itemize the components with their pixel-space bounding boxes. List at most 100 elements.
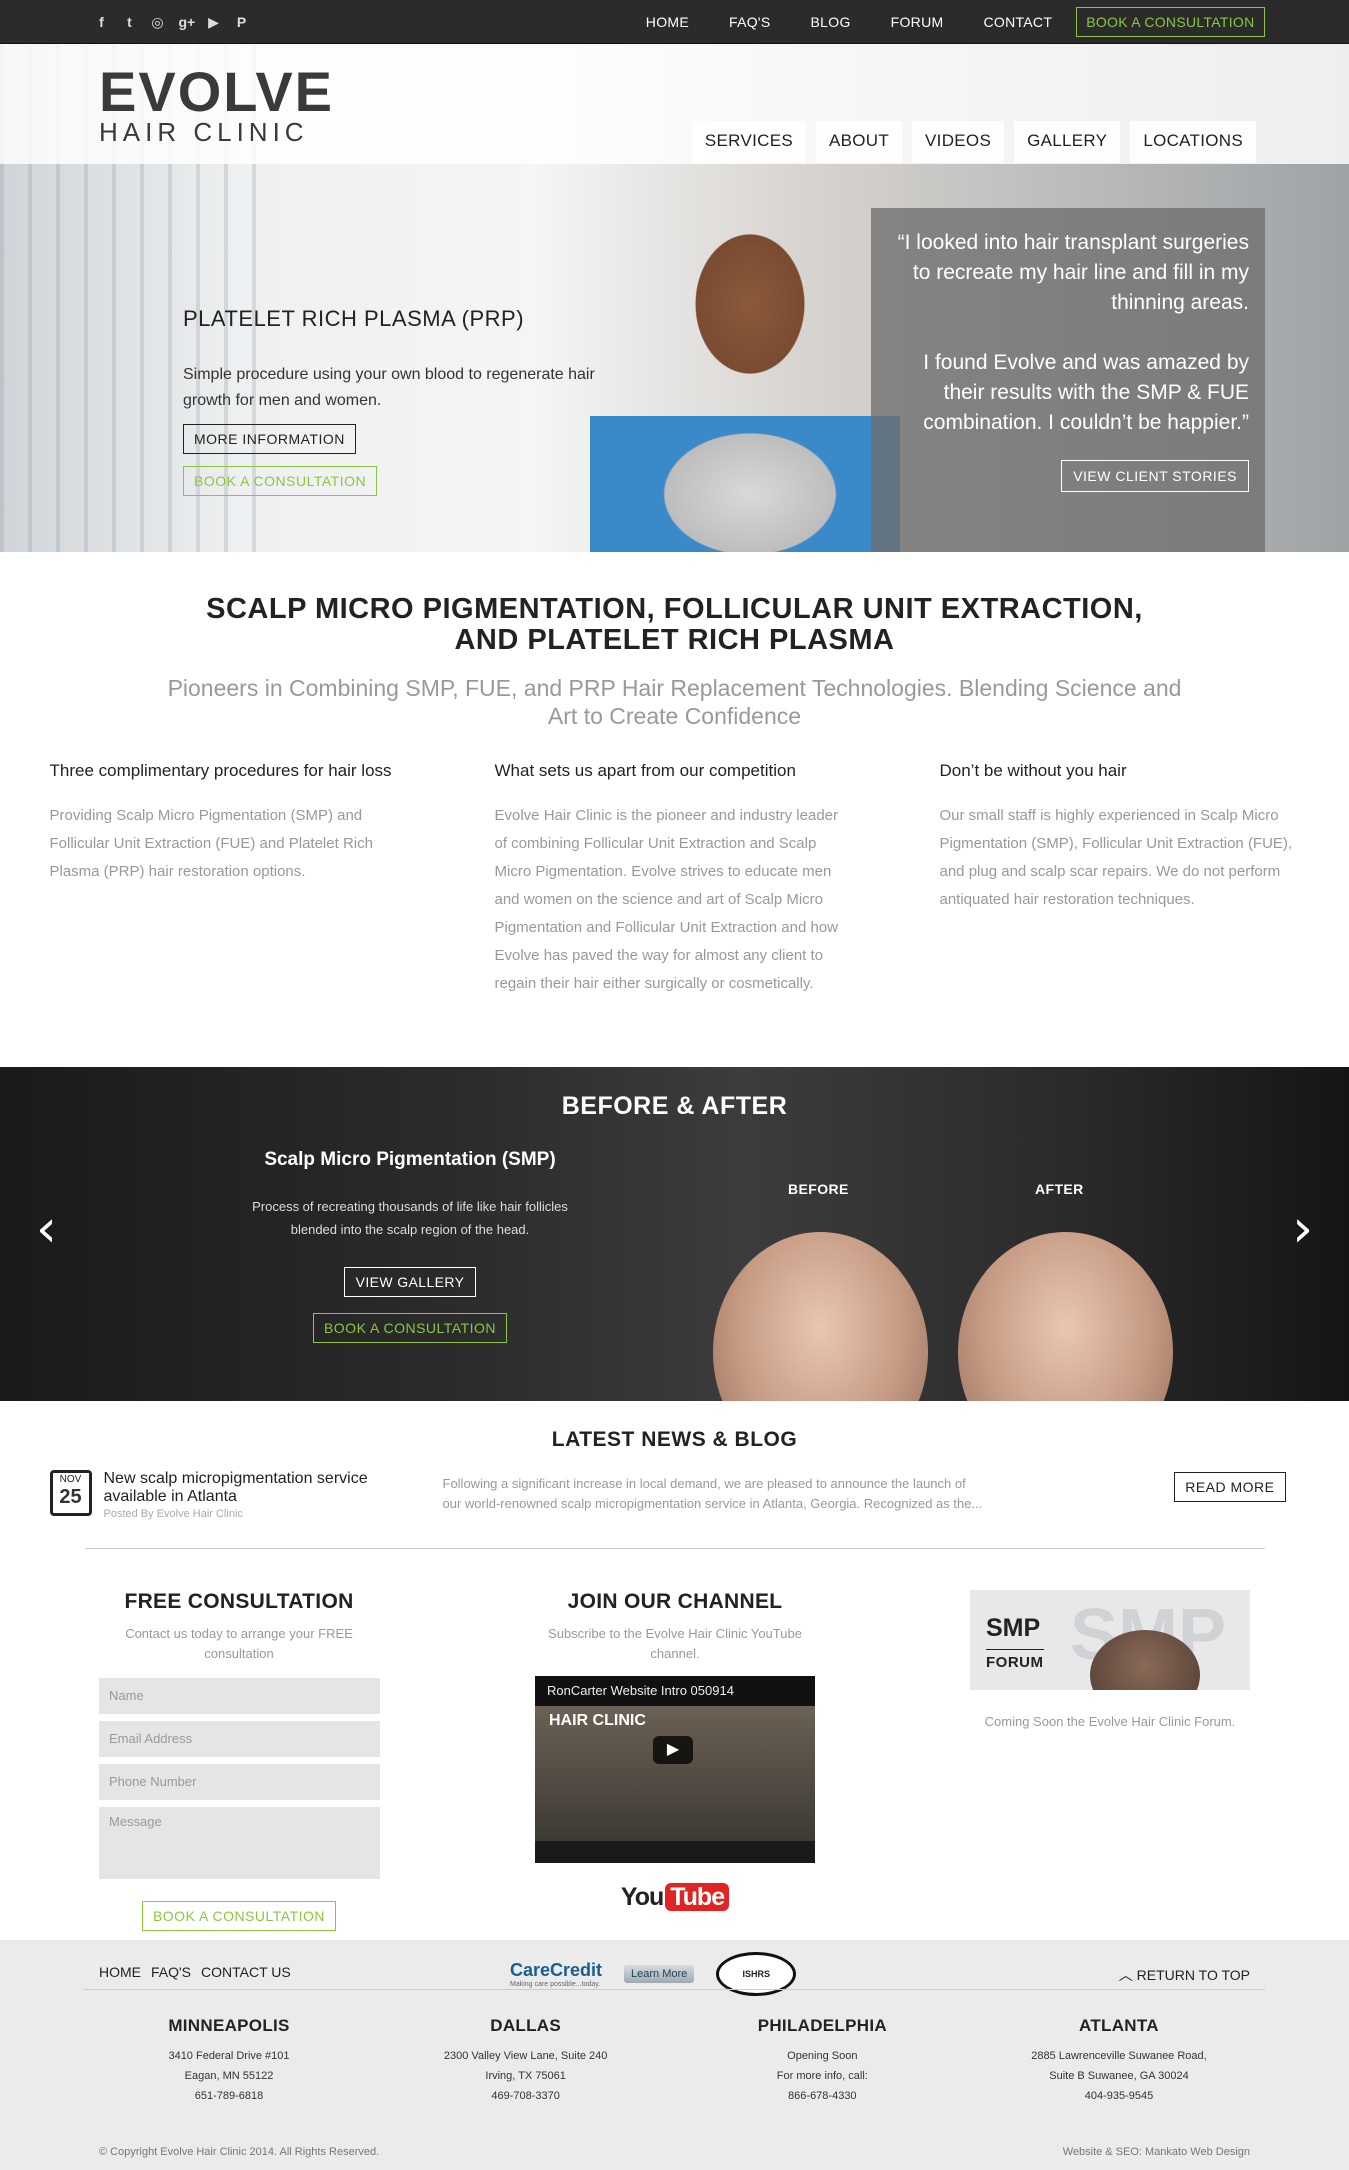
youtube-logo[interactable]: You Tube <box>535 1883 815 1912</box>
before-after-heading: BEFORE & AFTER <box>561 1092 788 1120</box>
topnav-contact[interactable]: CONTACT <box>963 14 1072 30</box>
hero-book-consultation-button[interactable]: BOOK A CONSULTATION <box>183 466 378 496</box>
location-dallas: DALLAS 2300 Valley View Lane, Suite 240 … <box>396 2016 656 2106</box>
intro-column-title: Three complimentary procedures for hair … <box>49 761 392 780</box>
news-title-link[interactable]: New scalp micropigmentation service avai… <box>104 1470 404 1506</box>
carecredit-tagline: Making care possible...today. <box>510 1981 601 1988</box>
return-to-top-link[interactable]: ︿ RETURN TO TOP <box>1119 1965 1250 1985</box>
after-label: AFTER <box>1035 1181 1084 1197</box>
email-field[interactable]: Email Address <box>99 1721 380 1757</box>
site-credit-link[interactable]: Website & SEO: Mankato Web Design <box>1063 2146 1250 2158</box>
pinterest-icon[interactable]: P <box>235 14 249 31</box>
forum-banner-forum: FORUM <box>986 1649 1044 1671</box>
news-excerpt: Following a significant increase in loca… <box>442 1476 983 1511</box>
location-line: Suite B Suwanee, GA 30024 <box>1049 2070 1189 2082</box>
instagram-icon[interactable]: ◎ <box>151 14 165 31</box>
location-phone[interactable]: 651-789-6818 <box>99 2086 359 2106</box>
testimonial-panel: “I looked into hair transplant surgeries… <box>871 208 1265 552</box>
location-phone[interactable]: 469-708-3370 <box>396 2086 656 2106</box>
youtube-channel-widget: JOIN OUR CHANNEL Subscribe to the Evolve… <box>535 1590 815 1912</box>
name-field[interactable]: Name <box>99 1678 380 1714</box>
social-links: f t ◎ g+ ▶ P <box>85 14 249 31</box>
youtube-icon[interactable]: ▶ <box>207 14 221 31</box>
topnav-faqs[interactable]: FAQ'S <box>709 14 791 30</box>
facebook-icon[interactable]: f <box>95 14 109 31</box>
video-thumbnail: HAIR CLINIC <box>535 1706 815 1841</box>
forum-text: Coming Soon the Evolve Hair Clinic Forum… <box>984 1714 1236 1729</box>
submit-consultation-button[interactable]: BOOK A CONSULTATION <box>141 1901 337 1931</box>
video-title: RonCarter Website Intro 050914 <box>535 1676 815 1706</box>
topnav-blog[interactable]: BLOG <box>791 14 871 30</box>
intro-column-title: Don’t be without you hair <box>939 761 1127 780</box>
read-more-button[interactable]: READ MORE <box>1174 1472 1286 1502</box>
slider-next-icon[interactable]: › <box>1292 1199 1313 1259</box>
nav-gallery[interactable]: GALLERY <box>1014 121 1121 163</box>
location-philadelphia: PHILADELPHIA Opening Soon For more info,… <box>692 2016 952 2106</box>
location-name: ATLANTA <box>1079 2016 1159 2035</box>
consultation-text: Contact us today to arrange your FREE co… <box>125 1626 353 1661</box>
footer: HOME FAQ'S CONTACT US CareCredit Making … <box>0 1940 1349 2170</box>
before-after-section: BEFORE & AFTER ‹ › Scalp Micro Pigmentat… <box>0 1067 1349 1401</box>
free-consultation-form: FREE CONSULTATION Contact us today to ar… <box>99 1590 380 1931</box>
video-controls[interactable] <box>535 1841 815 1863</box>
phone-field[interactable]: Phone Number <box>99 1764 380 1800</box>
footer-divider <box>84 1989 1265 1990</box>
hero-section: EVOLVE HAIR CLINIC SERVICES ABOUT VIDEOS… <box>0 44 1349 552</box>
forum-banner-smp: SMP <box>986 1614 1041 1642</box>
news-date-month: NOV <box>52 1473 89 1486</box>
intro-column: Three complimentary procedures for hair … <box>50 760 410 998</box>
nav-services[interactable]: SERVICES <box>691 121 806 163</box>
google-plus-icon[interactable]: g+ <box>179 14 196 31</box>
consultation-heading: FREE CONSULTATION <box>124 1590 354 1613</box>
forum-banner[interactable]: SMP SMP FORUM <box>970 1590 1250 1690</box>
news-heading: LATEST NEWS & BLOG <box>551 1428 798 1451</box>
twitter-icon[interactable]: t <box>123 14 137 31</box>
site-logo[interactable]: EVOLVE HAIR CLINIC <box>99 64 334 147</box>
view-gallery-button[interactable]: VIEW GALLERY <box>343 1267 477 1297</box>
before-photo <box>713 1232 928 1401</box>
video-player[interactable]: RonCarter Website Intro 050914 HAIR CLIN… <box>535 1676 815 1863</box>
intro-subheading: Pioneers in Combining SMP, FUE, and PRP … <box>167 675 1182 729</box>
nav-videos[interactable]: VIDEOS <box>912 121 1005 163</box>
location-line: Eagan, MN 55122 <box>184 2070 274 2082</box>
nav-about[interactable]: ABOUT <box>815 121 903 163</box>
nav-locations[interactable]: LOCATIONS <box>1130 121 1256 163</box>
widgets-section: FREE CONSULTATION Contact us today to ar… <box>0 1590 1349 1940</box>
video-overlay-text: HAIR CLINIC <box>549 1712 646 1729</box>
footer-link-contact[interactable]: CONTACT US <box>201 1964 291 1980</box>
channel-text: Subscribe to the Evolve Hair Clinic YouT… <box>548 1626 802 1661</box>
slide-book-consultation-button[interactable]: BOOK A CONSULTATION <box>312 1313 508 1343</box>
more-information-button[interactable]: MORE INFORMATION <box>183 424 356 454</box>
footer-link-home[interactable]: HOME <box>99 1964 141 1980</box>
topnav-forum[interactable]: FORUM <box>871 14 964 30</box>
youtube-logo-tube: Tube <box>665 1883 730 1911</box>
intro-column: Don’t be without you hair Our small staf… <box>940 760 1300 998</box>
carecredit-logo[interactable]: CareCredit Making care possible...today. <box>510 1960 602 1988</box>
learn-more-button[interactable]: Learn More <box>624 1965 695 1983</box>
intro-column: What sets us apart from our competition … <box>495 760 855 998</box>
play-icon[interactable]: ▶ <box>653 1736 693 1764</box>
footer-link-faqs[interactable]: FAQ'S <box>151 1964 191 1980</box>
view-client-stories-button[interactable]: VIEW CLIENT STORIES <box>1061 460 1249 492</box>
top-bar: f t ◎ g+ ▶ P HOME FAQ'S BLOG FORUM CONTA… <box>0 0 1349 44</box>
intro-column-title: What sets us apart from our competition <box>494 761 796 780</box>
location-line: Opening Soon <box>787 2050 858 2062</box>
slider-prev-icon[interactable]: ‹ <box>36 1199 57 1259</box>
intro-heading-line-1: SCALP MICRO PIGMENTATION, FOLLICULAR UNI… <box>206 593 1143 625</box>
slide-title: Scalp Micro Pigmentation (SMP) <box>264 1149 556 1170</box>
topnav-home[interactable]: HOME <box>626 14 709 30</box>
news-date-day: 25 <box>59 1486 82 1508</box>
message-field[interactable]: Message <box>99 1807 380 1879</box>
testimonial-quote-2: I found Evolve and was amazed by their r… <box>923 351 1249 434</box>
location-phone[interactable]: 866-678-4330 <box>692 2086 952 2106</box>
hero-slide-content: PLATELET RICH PLASMA (PRP) Simple proced… <box>183 306 603 496</box>
intro-heading-line-2: AND PLATELET RICH PLASMA <box>454 624 895 656</box>
after-photo <box>958 1232 1173 1401</box>
news-item: NOV 25 New scalp micropigmentation servi… <box>49 1470 1300 1548</box>
hero-title: PLATELET RICH PLASMA (PRP) <box>183 306 525 331</box>
book-consultation-top-button[interactable]: BOOK A CONSULTATION <box>1076 7 1265 37</box>
intro-column-body: Providing Scalp Micro Pigmentation (SMP)… <box>49 807 373 880</box>
locations: MINNEAPOLIS 3410 Federal Drive #101 Eaga… <box>99 2016 1249 2106</box>
location-line: Irving, TX 75061 <box>485 2070 566 2082</box>
location-phone[interactable]: 404-935-9545 <box>989 2086 1249 2106</box>
